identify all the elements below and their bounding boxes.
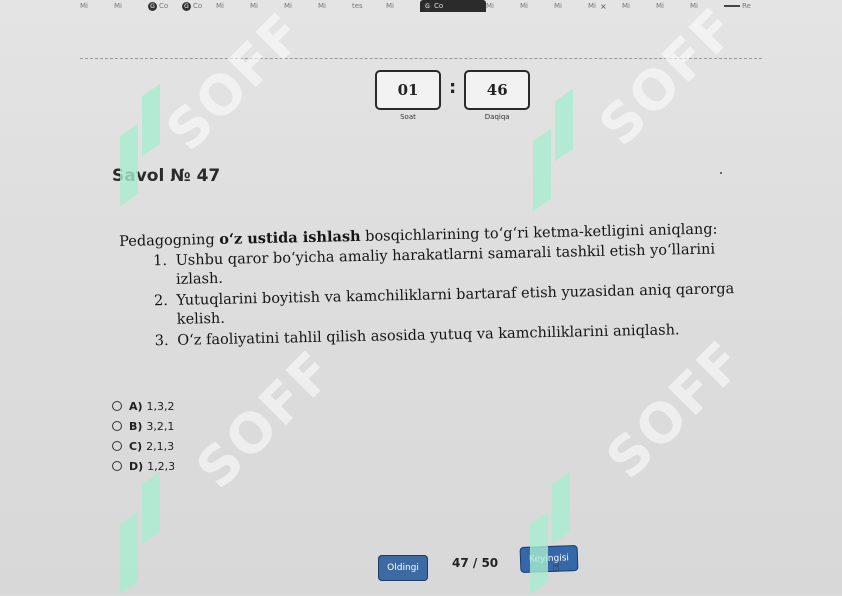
watermark-text: SOFF <box>594 328 757 491</box>
radio-button[interactable] <box>112 441 122 451</box>
watermark-logo-icon <box>112 83 166 208</box>
watermark-logo-icon <box>525 88 579 213</box>
browser-tab[interactable]: Mi <box>284 0 318 12</box>
header-divider <box>80 58 762 59</box>
tab-label: Mi <box>486 2 494 10</box>
hours-label: Soat <box>400 113 416 121</box>
browser-tab[interactable]: Mi <box>80 0 114 12</box>
tab-label: Mi <box>656 2 664 10</box>
tab-label: Co <box>159 2 169 10</box>
tab-label: Co <box>193 2 203 10</box>
previous-button[interactable]: Oldingi <box>378 555 428 581</box>
timer-hours: 01 Soat <box>375 70 441 121</box>
tab-label: Mi <box>80 2 88 10</box>
tab-label: Mi <box>554 2 562 10</box>
timer-minutes: 46 Daqiqa <box>464 70 531 121</box>
minutes-label: Daqiqa <box>484 113 510 121</box>
tab-label: Mi <box>284 2 292 10</box>
option-text: 1,2,3 <box>147 459 176 473</box>
tab-label: Mi <box>622 2 630 10</box>
pagination-bar: Oldingi 47 / 50 Keyingisi ☝ <box>0 544 842 588</box>
option-text: 1,3,2 <box>146 399 175 413</box>
hand-cursor-icon: ☝ <box>552 560 560 575</box>
tab-favicon-icon: G <box>182 1 191 11</box>
browser-tab[interactable]: Re <box>724 0 758 12</box>
question-text: Pedagogning o‘z ustida ishlash bosqichla… <box>119 219 761 354</box>
hours-value: 01 <box>375 70 441 110</box>
browser-tab[interactable]: Mi <box>656 0 690 12</box>
browser-tab[interactable]: Mi <box>554 0 588 12</box>
browser-tab[interactable]: Mi <box>690 0 724 12</box>
option-text: 3,2,1 <box>146 419 175 433</box>
tab-label: Mi <box>588 2 596 10</box>
browser-tab[interactable]: G Co <box>182 0 216 12</box>
tab-label: Mi <box>250 2 258 10</box>
option-letter: A) <box>129 399 143 413</box>
tab-label: Mi <box>318 2 326 10</box>
watermark: SOFF <box>525 0 749 213</box>
option-letter: D) <box>129 459 144 473</box>
watermark-text: SOFF <box>184 338 347 501</box>
tab-label: tes <box>352 2 363 10</box>
quiz-page: Mi Mi G Co G Co Mi Mi Mi Mi tes Mi G Co Mi … <box>0 0 842 595</box>
tab-label: Mi <box>114 2 122 10</box>
watermark-text: SOFF <box>154 0 317 163</box>
countdown-timer: 01 Soat : 46 Daqiqa <box>375 70 531 121</box>
option-letter: C) <box>129 439 143 453</box>
next-button[interactable]: Keyingisi <box>519 544 579 574</box>
browser-tab[interactable]: Mi <box>486 0 520 12</box>
tab-label: Mi <box>690 2 698 10</box>
tab-favicon-icon: G <box>423 1 432 11</box>
browser-tab[interactable]: Mi <box>216 0 250 12</box>
browser-tab[interactable]: Mi <box>386 0 420 12</box>
minutes-value: 46 <box>464 70 531 110</box>
browser-tab-strip: Mi Mi G Co G Co Mi Mi Mi Mi tes Mi G Co Mi … <box>80 0 770 12</box>
answer-options: A) 1,3,2 B) 3,2,1 C) 2,1,3 D) 1,2,3 <box>112 396 175 476</box>
tab-label: Co <box>434 2 444 10</box>
timer-separator: : <box>449 77 457 98</box>
radio-button[interactable] <box>112 461 122 471</box>
browser-tab[interactable]: Mi <box>622 0 656 12</box>
question-counter: 47 / 50 <box>452 556 499 570</box>
watermark-text: SOFF <box>587 0 750 158</box>
browser-tab[interactable]: Mi × <box>588 0 622 12</box>
intro-text: Pedagogning <box>119 231 220 250</box>
radio-button[interactable] <box>112 401 122 411</box>
browser-tab[interactable]: Mi <box>250 0 284 12</box>
tab-close-icon[interactable]: × <box>600 2 607 11</box>
watermark: SOFF <box>112 0 316 208</box>
radio-button[interactable] <box>112 421 122 431</box>
answer-option-c[interactable]: C) 2,1,3 <box>112 436 175 456</box>
tab-label: Mi <box>386 2 394 10</box>
answer-option-b[interactable]: B) 3,2,1 <box>112 416 175 436</box>
question-steps-list: Ushbu qaror bo‘yicha amaliy harakatlarni… <box>119 240 761 352</box>
option-text: 2,1,3 <box>146 439 175 453</box>
browser-tab[interactable]: Mi <box>318 0 352 12</box>
intro-bold-text: o‘z ustida ishlash <box>219 227 361 248</box>
decorative-dot <box>720 172 722 174</box>
tab-favicon-icon <box>724 5 740 7</box>
browser-tab[interactable]: Mi <box>114 0 148 12</box>
browser-tab[interactable]: tes <box>352 0 386 12</box>
tab-label: Re <box>742 2 751 10</box>
tab-label: Mi <box>216 2 224 10</box>
browser-tab[interactable]: G Co <box>148 0 182 12</box>
option-letter: B) <box>129 419 143 433</box>
browser-tab-active[interactable]: G Co <box>420 0 486 12</box>
tab-label: Mi <box>520 2 528 10</box>
answer-option-a[interactable]: A) 1,3,2 <box>112 396 175 416</box>
browser-tab[interactable]: Mi <box>520 0 554 12</box>
tab-favicon-icon: G <box>148 1 157 11</box>
answer-option-d[interactable]: D) 1,2,3 <box>112 456 175 476</box>
question-title: Savol № 47 <box>112 166 221 186</box>
